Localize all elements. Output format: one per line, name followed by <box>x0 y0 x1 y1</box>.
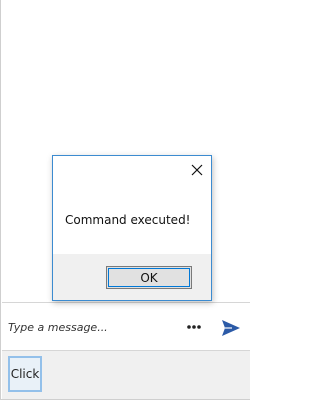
ok-button[interactable]: OK <box>106 266 192 289</box>
app-window: Click Command executed! OK <box>0 0 250 400</box>
click-button[interactable]: Click <box>8 356 42 392</box>
more-dots-icon <box>187 325 201 329</box>
dialog-footer: OK <box>53 254 211 300</box>
dialog-close-button[interactable] <box>189 162 205 178</box>
close-icon <box>191 164 203 176</box>
more-options-button[interactable] <box>184 318 204 336</box>
message-input[interactable] <box>8 321 168 334</box>
send-button[interactable] <box>220 318 242 338</box>
compose-bar <box>2 302 250 351</box>
message-dialog: Command executed! OK <box>52 155 212 301</box>
dialog-message: Command executed! <box>65 213 191 227</box>
send-arrow-icon <box>222 320 240 336</box>
bottom-toolbar: Click <box>2 351 250 399</box>
